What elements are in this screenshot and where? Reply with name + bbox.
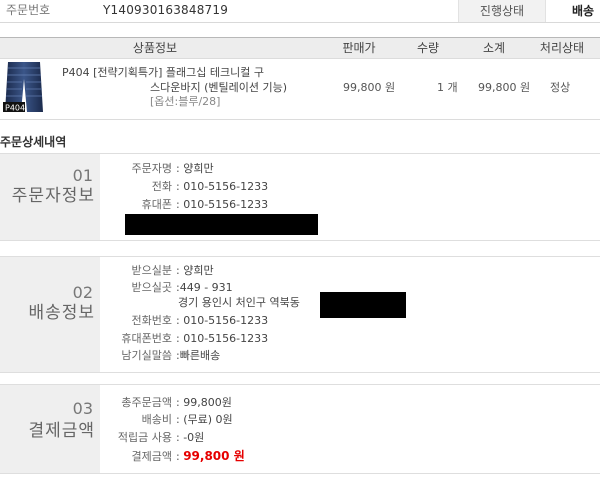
section-label-panel: 02 배송정보 xyxy=(0,257,100,372)
section-title: 주문자정보 xyxy=(11,186,95,206)
product-option: [옵션:블루/28] xyxy=(150,95,221,108)
field-label: 휴대폰 xyxy=(141,198,172,211)
field-label: 받으실분 xyxy=(131,264,172,277)
product-quantity: 1 개 xyxy=(437,81,458,94)
field-orderer-phone: 전화: 010-5156-1233 xyxy=(100,180,268,194)
field-delivery-message: 남기실말씀:빠른배송 xyxy=(100,349,220,363)
field-value: 양희만 xyxy=(183,264,214,277)
field-label: 적립금 사용 xyxy=(117,431,172,444)
field-label: 결제금액 xyxy=(131,450,172,463)
field-orderer-mobile: 휴대폰: 010-5156-1233 xyxy=(100,198,269,212)
order-detail-page: 주문번호 Y140930163848719 진행상태 배송 상품정보 판매가 수… xyxy=(0,0,600,480)
field-value: 010-5156-1233 xyxy=(183,198,269,211)
product-thumbnail[interactable]: P404 xyxy=(3,62,45,113)
field-value: 010-5156-1233 xyxy=(183,314,269,327)
orderer-info-section: 01 주문자정보 주문자명: 양희만 전화: 010-5156-1233 휴대폰… xyxy=(0,153,600,241)
section-number: 01 xyxy=(72,166,93,185)
product-process-status: 정상 xyxy=(550,81,571,94)
field-value: 99,800원 xyxy=(183,396,232,409)
field-label: 전화번호 xyxy=(131,314,172,327)
field-value: (무료) 0원 xyxy=(183,413,233,426)
header-quantity: 수량 xyxy=(416,41,440,55)
field-orderer-name: 주문자명: 양희만 xyxy=(100,162,214,176)
product-subtotal: 99,800 원 xyxy=(478,81,531,94)
payment-section: 03 결제금액 총주문금액: 99,800원 배송비: (무료) 0원 적립금 … xyxy=(0,384,600,474)
field-points-used: 적립금 사용: -0원 xyxy=(100,431,204,445)
field-order-total: 총주문금액: 99,800원 xyxy=(100,396,232,410)
product-name-line-1[interactable]: P404 [전략기획특가] 플래그십 테크니컬 구 xyxy=(62,66,264,80)
field-label: 배송비 xyxy=(141,413,172,426)
table-row: P404 P404 [전략기획특가] 플래그십 테크니컬 구 스다운바지 (벤틸… xyxy=(0,59,600,120)
field-recipient-phone: 전화번호: 010-5156-1233 xyxy=(100,314,269,328)
product-name-line-2[interactable]: 스다운바지 (벤틸레이션 기능) xyxy=(150,81,287,95)
order-detail-heading: 주문상세내역 xyxy=(0,135,67,149)
field-label: 주문자명 xyxy=(131,162,172,175)
field-label: 받으실곳 xyxy=(131,281,172,294)
delivery-info-section: 02 배송정보 받으실분: 양희만 받으실곳:449 - 931 경기 용인시 … xyxy=(0,256,600,373)
header-price: 판매가 xyxy=(342,41,376,55)
pants-image: P404 xyxy=(3,62,45,113)
header-product-info: 상품정보 xyxy=(132,41,178,55)
field-payment-amount: 결제금액: 99,800 원 xyxy=(100,449,245,463)
field-shipping-fee: 배송비: (무료) 0원 xyxy=(100,413,233,427)
field-recipient-name: 받으실분: 양희만 xyxy=(100,264,214,278)
field-value: 010-5156-1233 xyxy=(183,332,269,345)
progress-status-value: 배송 xyxy=(572,4,595,18)
address-line: 경기 용인시 처인구 역북동 xyxy=(178,296,300,309)
field-recipient-address: 받으실곳:449 - 931 xyxy=(100,281,233,295)
field-label: 남기실말씀 xyxy=(121,349,172,362)
field-value: 010-5156-1233 xyxy=(183,180,269,193)
redaction-bar xyxy=(125,214,318,235)
progress-status-label: 진행상태 xyxy=(458,0,546,22)
postal-code: 449 - 931 xyxy=(179,281,233,294)
field-label: 총주문금액 xyxy=(121,396,172,409)
section-title: 결제금액 xyxy=(28,421,95,441)
product-table-header: 상품정보 판매가 수량 소계 처리상태 xyxy=(0,37,600,59)
header-process-status: 처리상태 xyxy=(539,41,585,55)
field-label: 전화 xyxy=(151,180,172,193)
field-label: 휴대폰번호 xyxy=(121,332,172,345)
section-label-panel: 03 결제금액 xyxy=(0,385,100,473)
order-number: Y140930163848719 xyxy=(103,3,229,17)
order-summary-bar: 주문번호 Y140930163848719 진행상태 배송 xyxy=(0,0,600,23)
field-value: 양희만 xyxy=(183,162,214,175)
product-price: 99,800 원 xyxy=(343,81,396,94)
section-title: 배송정보 xyxy=(28,303,95,323)
section-number: 03 xyxy=(72,399,93,418)
field-recipient-mobile: 휴대폰번호: 010-5156-1233 xyxy=(100,332,268,346)
section-label-panel: 01 주문자정보 xyxy=(0,154,100,240)
payment-total-amount: 99,800 원 xyxy=(183,449,245,463)
section-number: 02 xyxy=(72,283,93,302)
header-subtotal: 소계 xyxy=(482,41,506,55)
field-value: -0원 xyxy=(183,431,205,444)
redaction-bar xyxy=(320,292,406,318)
field-value: 빠른배송 xyxy=(179,349,221,362)
thumbnail-code-label: P404 xyxy=(5,104,25,113)
order-number-label: 주문번호 xyxy=(6,3,51,17)
